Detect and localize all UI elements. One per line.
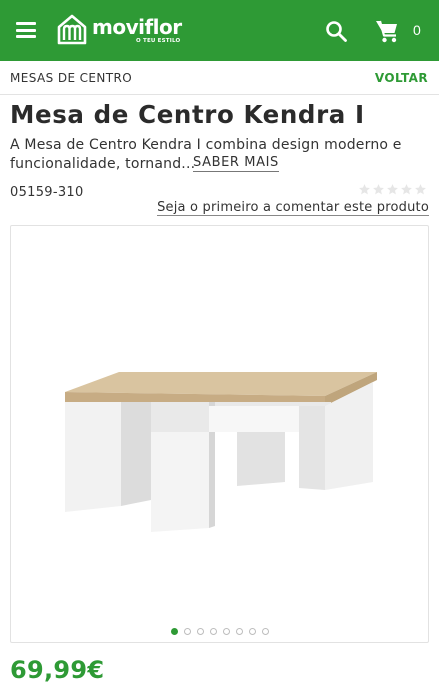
product-sku: 05159-310 [10,185,84,200]
gallery-dot[interactable] [183,628,191,635]
gallery-dot[interactable] [248,628,256,635]
read-more-link[interactable]: SABER MAIS [193,155,279,172]
logo-wordmark: moviflor [92,15,182,39]
star-icon [401,184,412,195]
gallery-dot[interactable] [235,628,243,635]
gallery-dot[interactable] [196,628,204,635]
rating-stars[interactable] [358,183,428,197]
logo-house-icon [57,14,87,45]
cart-count-badge[interactable]: 0 [413,22,421,38]
star-icon [373,184,384,195]
gallery-dot[interactable] [209,628,217,635]
star-icon [387,184,398,195]
top-bar: moviflor O TEU ESTILO 0 [0,0,439,61]
back-link[interactable]: VOLTAR [375,71,428,85]
gallery-pagination [11,628,428,635]
gallery-dot[interactable] [222,628,230,635]
write-review-link[interactable]: Seja o primeiro a comentar este produto [157,200,429,216]
search-icon[interactable] [324,19,348,43]
gallery-dot[interactable] [261,628,269,635]
product-title: Mesa de Centro Kendra I [10,100,365,129]
gallery-dot[interactable] [170,628,178,635]
product-image-gallery[interactable] [10,225,429,643]
star-icon [415,184,426,195]
logo-tagline: O TEU ESTILO [136,38,181,44]
product-price: 69,99€ [10,656,105,684]
breadcrumb-category[interactable]: MESAS DE CENTRO [10,71,132,85]
cart-icon[interactable] [374,18,400,44]
breadcrumb: MESAS DE CENTRO VOLTAR [0,61,439,95]
logo[interactable]: moviflor O TEU ESTILO [56,13,182,47]
menu-icon[interactable] [16,22,36,38]
star-icon [359,184,370,195]
product-image[interactable] [61,336,381,536]
